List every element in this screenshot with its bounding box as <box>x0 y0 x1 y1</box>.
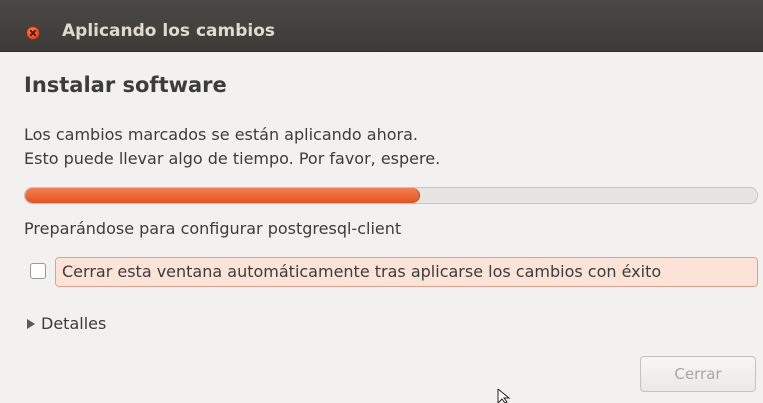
progress-bar <box>24 187 758 204</box>
auto-close-checkbox[interactable] <box>30 263 46 279</box>
window-title: Aplicando los cambios <box>62 21 275 41</box>
dialog-window: Aplicando los cambios Instalar software … <box>0 0 763 403</box>
page-title: Instalar software <box>24 73 227 97</box>
progress-bar-fill <box>25 188 421 203</box>
status-text: Preparándose para configurar postgresql-… <box>24 219 402 238</box>
title-bar[interactable]: Aplicando los cambios <box>0 0 763 52</box>
details-expander-label: Detalles <box>41 314 107 333</box>
description-line-2: Esto puede llevar algo de tiempo. Por fa… <box>24 149 441 168</box>
triangle-right-icon <box>27 319 35 329</box>
mouse-pointer-icon <box>497 389 511 403</box>
close-button[interactable]: Cerrar <box>640 356 756 392</box>
description-line-1: Los cambios marcados se están aplicando … <box>24 125 419 144</box>
auto-close-label[interactable]: Cerrar esta ventana automáticamente tras… <box>62 260 661 284</box>
close-icon[interactable] <box>26 26 40 40</box>
description: Los cambios marcados se están aplicando … <box>24 123 440 171</box>
